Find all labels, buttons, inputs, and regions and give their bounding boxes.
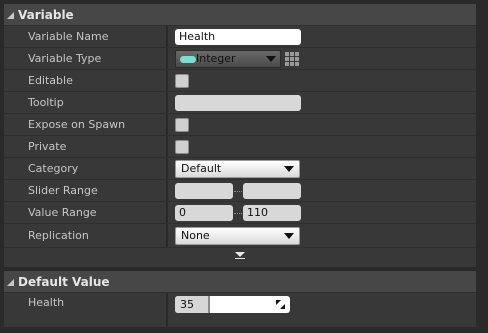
variable-name-row: Variable Name Health [4,26,476,48]
default-value-panel: Default Value Health 35 [4,271,476,327]
private-checkbox[interactable] [175,140,189,154]
expose-on-spawn-row: Expose on Spawn [4,114,476,136]
column-divider[interactable] [166,158,168,179]
column-divider[interactable] [166,202,168,223]
variable-section-title: Variable [18,7,74,22]
health-default-spinbox[interactable]: 35 [175,296,290,313]
column-divider[interactable] [166,26,168,47]
health-default-label: Health [28,296,65,309]
tooltip-input[interactable] [175,95,301,111]
value-range-max-input[interactable]: 110 [243,205,301,221]
collapse-triangle-icon[interactable] [7,279,14,286]
editable-label: Editable [28,74,73,87]
replication-value: None [181,229,210,242]
variable-type-dropdown[interactable]: Integer [175,50,281,68]
chevron-down-icon [284,233,294,239]
column-divider[interactable] [166,70,168,91]
editable-row: Editable [4,70,476,92]
chevron-down-icon [266,56,276,62]
variable-type-value: Integer [196,52,236,65]
expand-advanced-icon[interactable] [235,251,245,259]
column-divider[interactable] [166,92,168,113]
variable-type-row: Variable Type Integer [4,48,476,70]
replication-label: Replication [28,229,89,242]
range-separator [234,213,242,215]
column-divider[interactable] [166,293,168,327]
variable-section-header[interactable]: Variable [4,4,476,26]
column-divider[interactable] [166,114,168,135]
slider-range-row: Slider Range [4,180,476,202]
chevron-down-icon [284,166,294,172]
variable-name-input[interactable]: Health [175,29,301,45]
value-range-row: Value Range 0 110 [4,202,476,224]
expose-on-spawn-label: Expose on Spawn [28,118,126,131]
category-label: Category [28,162,79,175]
private-row: Private [4,136,476,158]
resize-corner-icon[interactable] [276,300,285,309]
category-dropdown[interactable]: Default [175,160,300,178]
tooltip-label: Tooltip [28,96,64,109]
slider-range-label: Slider Range [28,184,98,197]
variable-panel: Variable Variable Name Health Variable T… [4,4,476,267]
default-value-section-title: Default Value [18,274,110,289]
private-label: Private [28,140,67,153]
expose-on-spawn-checkbox[interactable] [175,118,189,132]
advanced-expand-row[interactable] [4,248,476,260]
range-separator [234,191,242,193]
replication-dropdown[interactable]: None [175,227,300,245]
variable-type-label: Variable Type [28,52,102,65]
editable-checkbox[interactable] [175,74,189,88]
collapse-triangle-icon[interactable] [7,12,14,19]
default-value-section-header[interactable]: Default Value [4,271,476,293]
column-divider[interactable] [166,48,168,69]
variable-name-label: Variable Name [28,30,109,43]
slider-range-max-input[interactable] [243,183,301,199]
replication-row: Replication None [4,224,476,248]
tooltip-row: Tooltip [4,92,476,114]
integer-pin-icon [180,56,196,63]
health-default-value: 35 [180,298,194,311]
health-default-row: Health 35 [4,293,476,327]
column-divider[interactable] [166,224,168,247]
slider-range-min-input[interactable] [175,183,233,199]
column-divider[interactable] [166,136,168,157]
value-range-min-input[interactable]: 0 [175,205,233,221]
value-range-label: Value Range [28,206,97,219]
column-divider[interactable] [166,180,168,201]
category-row: Category Default [4,158,476,180]
container-grid-icon[interactable] [285,52,300,67]
category-value: Default [181,162,222,175]
